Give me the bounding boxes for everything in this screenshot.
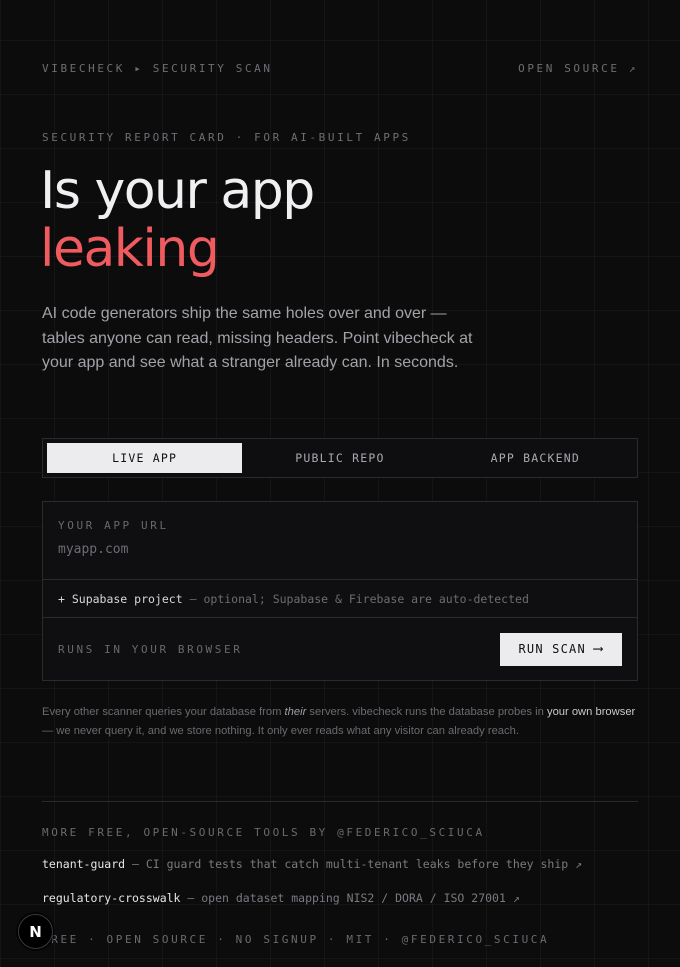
breadcrumb-section: SECURITY SCAN <box>152 62 273 75</box>
hero-headline: Is your app leaking <box>40 161 315 279</box>
footer-text: FREE · OPEN SOURCE · NO SIGNUP · MIT · @… <box>42 933 550 946</box>
more-tools-label: MORE FREE, OPEN-SOURCE TOOLS BY @FEDERIC… <box>42 826 485 839</box>
section-divider <box>42 801 638 802</box>
external-link-icon: ↗ <box>575 857 583 871</box>
arrow-right-icon: ⟶ <box>593 641 604 657</box>
supabase-note: — optional; Supabase & Firebase are auto… <box>189 591 529 606</box>
breadcrumb-separator-icon: ▸ <box>134 62 144 75</box>
tool-description: — CI guard tests that catch multi-tenant… <box>125 857 576 871</box>
tab-live-app[interactable]: LIVE APP <box>47 443 243 473</box>
tool-name: tenant-guard <box>42 857 126 871</box>
run-row: RUNS IN YOUR BROWSER RUN SCAN ⟶ <box>43 618 637 680</box>
privacy-note-part-2: servers. vibecheck runs the database pro… <box>306 706 547 718</box>
app-url-input[interactable] <box>58 542 622 557</box>
nextjs-dev-indicator-icon[interactable]: N <box>18 914 53 949</box>
tool-link-regulatory-crosswalk[interactable]: regulatory-crosswalk — open dataset mapp… <box>42 891 520 905</box>
tab-public-repo[interactable]: PUBLIC REPO <box>242 443 437 473</box>
breadcrumb: VIBECHECK ▸ SECURITY SCAN <box>42 62 273 75</box>
tab-app-backend[interactable]: APP BACKEND <box>438 443 633 473</box>
run-scan-button[interactable]: RUN SCAN ⟶ <box>500 632 622 666</box>
privacy-note-their: their <box>284 706 307 718</box>
run-scan-label: RUN SCAN <box>518 642 586 656</box>
url-field-block: YOUR APP URL <box>43 502 637 580</box>
tool-name: regulatory-crosswalk <box>42 891 181 905</box>
privacy-note-part-3: — we never query it, and we store nothin… <box>42 725 519 737</box>
privacy-note: Every other scanner queries your databas… <box>42 703 642 741</box>
tool-description: — open dataset mapping NIS2 / DORA / ISO… <box>180 891 513 905</box>
privacy-note-highlight: your own browser <box>546 706 636 718</box>
scan-mode-tabs: LIVE APP PUBLIC REPO APP BACKEND <box>42 438 638 478</box>
url-label: YOUR APP URL <box>58 519 169 532</box>
scan-form: YOUR APP URL + Supabase project — option… <box>42 501 638 681</box>
hero-eyebrow: SECURITY REPORT CARD · FOR AI-BUILT APPS <box>42 131 411 144</box>
external-link-icon: ↗ <box>512 891 520 905</box>
open-source-link[interactable]: OPEN SOURCE ↗ <box>518 62 638 75</box>
top-nav: VIBECHECK ▸ SECURITY SCAN OPEN SOURCE ↗ <box>42 62 638 75</box>
headline-line-2: leaking <box>40 219 220 279</box>
runs-in-browser-hint: RUNS IN YOUR BROWSER <box>58 642 243 656</box>
supabase-row: + Supabase project — optional; Supabase … <box>43 580 637 618</box>
privacy-note-part-1: Every other scanner queries your databas… <box>42 706 285 718</box>
tool-link-tenant-guard[interactable]: tenant-guard — CI guard tests that catch… <box>42 857 582 871</box>
headline-line-1: Is your app <box>40 161 315 221</box>
hero-lead: AI code generators ship the same holes o… <box>42 305 473 371</box>
brand-link[interactable]: VIBECHECK <box>42 62 125 75</box>
supabase-project-toggle[interactable]: + Supabase project <box>58 592 183 606</box>
